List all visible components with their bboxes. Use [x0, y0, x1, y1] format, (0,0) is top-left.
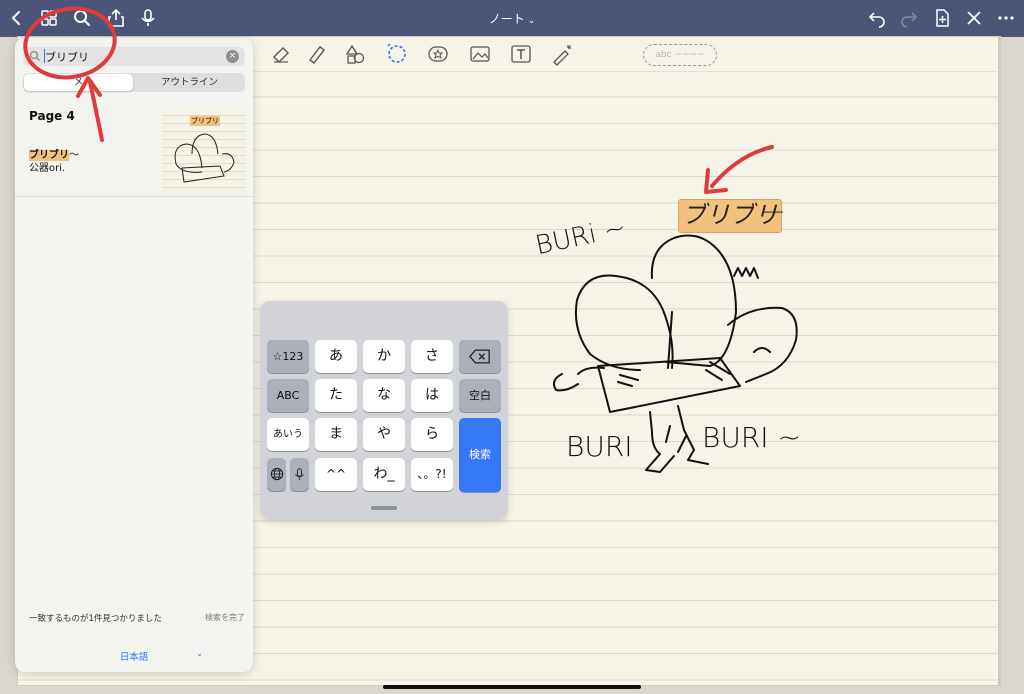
search-panel: ブリブリ × メ アウトライン Page 4 ブリブリ ～ 公器ori. ブリブリ… — [15, 38, 253, 672]
result-snippet-rest: ～ — [69, 150, 79, 161]
result-snippet-line2: 公器ori. — [29, 163, 66, 174]
key-kana-mode[interactable]: あいう — [267, 418, 309, 451]
key-na[interactable]: な — [363, 379, 405, 412]
key-punctuation[interactable]: 、。?! — [411, 458, 453, 491]
key-wa[interactable]: わ_ — [363, 458, 405, 491]
dictation-icon[interactable] — [290, 458, 309, 491]
text-icon[interactable] — [509, 42, 533, 66]
key-emoticon[interactable]: ^^ — [315, 458, 357, 491]
key-ta[interactable]: た — [315, 379, 357, 412]
more-icon[interactable] — [995, 7, 1017, 29]
clear-icon[interactable]: × — [226, 50, 239, 63]
sticker-icon[interactable] — [426, 42, 450, 66]
page-edge — [998, 37, 1000, 685]
eraser-icon[interactable] — [269, 42, 293, 66]
highlighter-icon[interactable] — [304, 42, 328, 66]
key-ka[interactable]: か — [363, 340, 405, 373]
close-icon[interactable] — [963, 7, 985, 29]
handwritten-dash: — — [762, 199, 784, 224]
key-ma[interactable]: ま — [315, 418, 357, 451]
key-a[interactable]: あ — [315, 340, 357, 373]
key-numbers[interactable]: ☆123 — [267, 340, 309, 373]
app-toolbar: ノート ⌄ — [0, 0, 1024, 37]
home-indicator[interactable] — [383, 685, 641, 689]
key-abc[interactable]: ABC — [267, 379, 309, 412]
search-result-item[interactable]: Page 4 ブリブリ～ 公器ori. ブリブリ — [15, 98, 253, 197]
key-ya[interactable]: や — [363, 418, 405, 451]
floating-keyboard: ☆123 あ か さ ABC た な は 空白 あいう ま や ら 検索 ^^ … — [260, 301, 508, 520]
search-input[interactable]: ブリブリ — [45, 49, 89, 65]
key-ra[interactable]: ら — [411, 418, 453, 451]
chevron-down-icon: ⌄ — [527, 16, 536, 26]
result-thumbnail: ブリブリ — [162, 108, 246, 192]
key-ha[interactable]: は — [411, 379, 453, 412]
key-space[interactable]: 空白 — [459, 379, 501, 412]
image-icon[interactable] — [468, 42, 492, 66]
segment-outline[interactable]: アウトライン — [135, 74, 244, 91]
globe-icon[interactable] — [267, 458, 286, 491]
handwritten-label: BURI — [566, 430, 633, 463]
result-page-title: Page 4 — [29, 109, 75, 123]
shapes-icon[interactable] — [344, 42, 368, 66]
chevron-down-icon: ⌄ — [196, 649, 203, 658]
thumbnail-sketch — [174, 133, 235, 183]
lasso-icon[interactable] — [384, 42, 408, 66]
search-scope-control: メ アウトライン — [23, 73, 245, 92]
results-count-text: 一致するものが1件見つかりました — [29, 614, 162, 624]
handwritten-label: BURI ~ — [702, 421, 801, 454]
key-sa[interactable]: さ — [411, 340, 453, 373]
search-language-selector[interactable]: 日本語 ⌄ — [15, 649, 253, 663]
laser-icon[interactable] — [550, 42, 574, 66]
finish-search-button[interactable]: 検索を完了 — [205, 612, 245, 623]
undo-icon[interactable] — [866, 7, 888, 29]
segment-notes[interactable]: メ — [24, 74, 133, 91]
backspace-icon[interactable] — [459, 340, 501, 373]
search-field[interactable]: ブリブリ × — [23, 47, 245, 66]
tool-favorites-pill[interactable]: abc ~~~~ — [643, 44, 717, 66]
search-key[interactable]: 検索 — [459, 418, 501, 492]
language-label: 日本語 — [119, 652, 149, 663]
add-page-icon[interactable] — [931, 7, 953, 29]
search-icon — [29, 50, 40, 61]
keyboard-grabber[interactable] — [371, 506, 397, 510]
redo-icon[interactable] — [898, 7, 920, 29]
